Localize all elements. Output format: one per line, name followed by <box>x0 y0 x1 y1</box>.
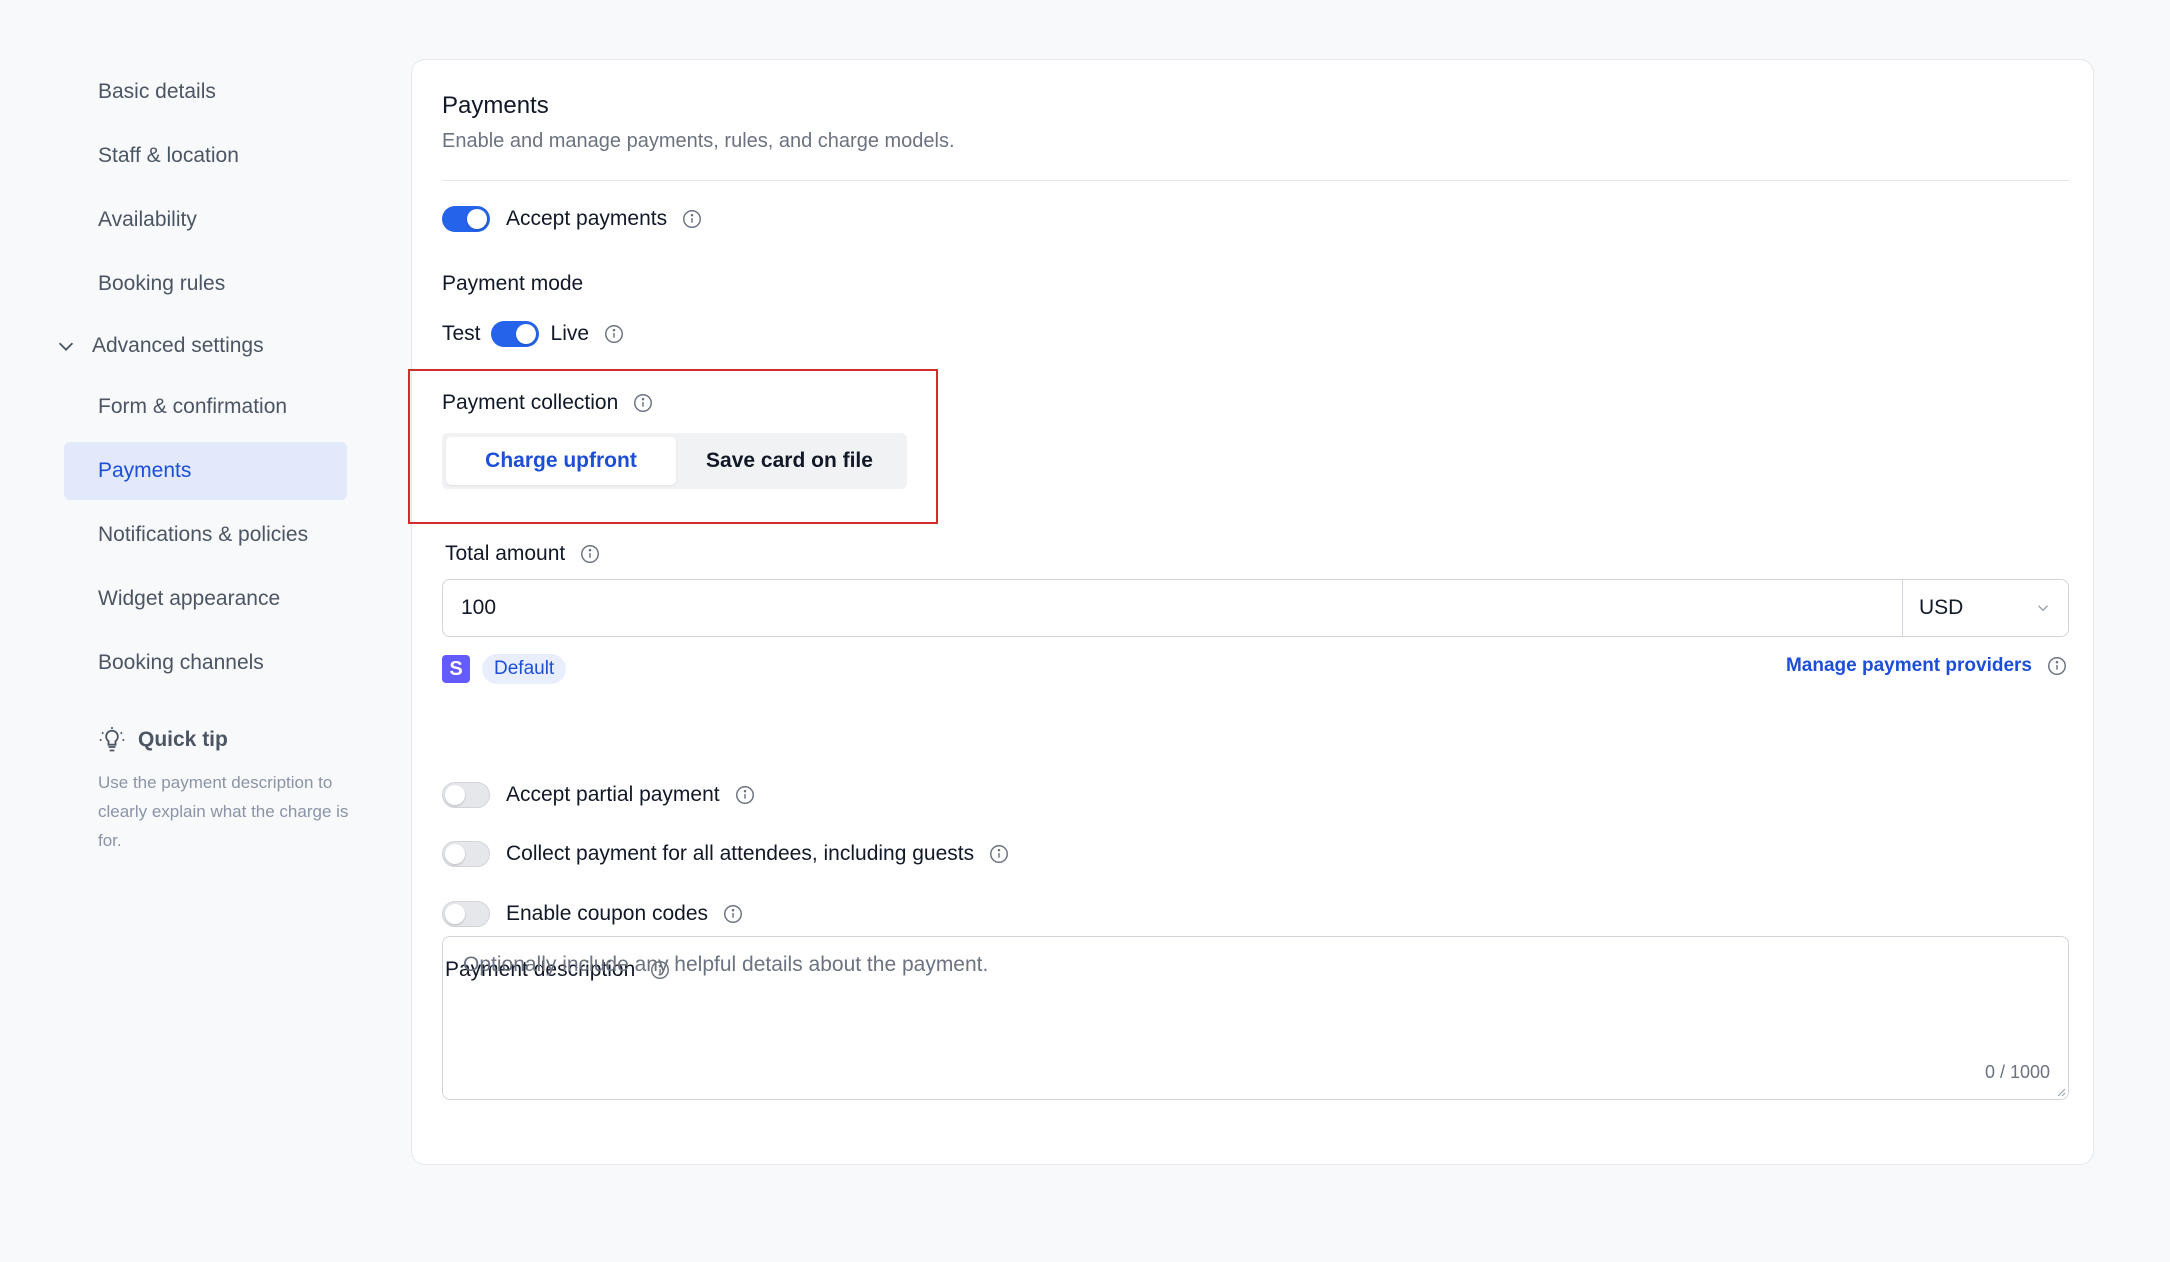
currency-value: USD <box>1919 596 1964 619</box>
payment-mode-row: Test Live <box>442 321 625 347</box>
info-icon[interactable] <box>579 543 601 565</box>
nav-availability[interactable]: Availability <box>64 191 347 249</box>
accept-payments-row: Accept payments <box>442 206 703 232</box>
accept-payments-label: Accept payments <box>506 207 668 230</box>
quick-tip-body: Use the payment description to clearly e… <box>98 773 349 850</box>
default-badge: Default <box>482 654 567 684</box>
payment-mode-live-label: Live <box>550 322 590 345</box>
nav-notifications-policies[interactable]: Notifications & policies <box>64 506 347 564</box>
quick-tip: Quick tip Use the payment description to… <box>98 726 368 855</box>
charge-upfront-option[interactable]: Charge upfront <box>446 437 676 485</box>
chevron-down-icon <box>58 342 74 351</box>
lightbulb-icon <box>99 727 125 752</box>
nav-booking-rules[interactable]: Booking rules <box>64 255 347 313</box>
collect-all-attendees-row: Collect payment for all attendees, inclu… <box>442 841 1010 867</box>
manage-providers-row: Manage payment providers <box>1786 655 2068 677</box>
payment-description-textarea[interactable]: Optionally include any helpful details a… <box>442 936 2069 1100</box>
character-counter: 0 / 1000 <box>1984 1062 2050 1082</box>
provider-row: S Default <box>442 654 567 684</box>
resize-handle-icon[interactable] <box>2054 1085 2066 1097</box>
settings-sidebar: Basic details Staff & location Availabil… <box>0 0 380 1262</box>
nav-form-confirmation[interactable]: Form & confirmation <box>64 378 347 436</box>
nav-staff-location[interactable]: Staff & location <box>64 127 347 185</box>
accept-payments-toggle[interactable] <box>442 206 490 232</box>
payment-mode-label: Payment mode <box>442 272 584 295</box>
info-icon[interactable] <box>632 392 654 414</box>
chevron-down-icon <box>2038 605 2048 612</box>
accept-partial-payment-toggle[interactable] <box>442 782 490 808</box>
nav-booking-channels[interactable]: Booking channels <box>64 634 347 692</box>
collect-all-attendees-label: Collect payment for all attendees, inclu… <box>506 842 975 865</box>
payment-mode-test-label: Test <box>442 322 481 345</box>
info-icon[interactable] <box>603 323 625 345</box>
info-icon[interactable] <box>2046 655 2068 677</box>
info-icon[interactable] <box>734 784 756 806</box>
payment-collection-label-row: Payment collection <box>442 391 654 415</box>
payments-card: Payments Enable and manage payments, rul… <box>408 59 2094 1165</box>
enable-coupon-codes-toggle[interactable] <box>442 901 490 927</box>
total-amount-label-row: Total amount <box>445 542 601 566</box>
total-amount-label: Total amount <box>445 542 566 565</box>
info-icon[interactable] <box>988 843 1010 865</box>
save-card-on-file-option[interactable]: Save card on file <box>676 437 903 485</box>
enable-coupon-codes-row: Enable coupon codes <box>442 901 744 927</box>
nav-group-advanced-settings[interactable]: Advanced settings <box>55 318 264 374</box>
enable-coupon-codes-label: Enable coupon codes <box>506 902 708 925</box>
accept-partial-payment-row: Accept partial payment <box>442 782 756 808</box>
info-icon[interactable] <box>722 903 744 925</box>
nav-basic-details[interactable]: Basic details <box>64 63 347 121</box>
currency-select[interactable]: USD <box>1902 580 2068 636</box>
nav-widget-appearance[interactable]: Widget appearance <box>64 570 347 628</box>
card-subtitle: Enable and manage payments, rules, and c… <box>442 130 955 152</box>
collect-all-attendees-toggle[interactable] <box>442 841 490 867</box>
manage-payment-providers-link[interactable]: Manage payment providers <box>1786 655 2032 677</box>
payment-description-placeholder: Optionally include any helpful details a… <box>463 953 989 976</box>
payment-collection-segmented: Charge upfront Save card on file <box>442 433 907 489</box>
payment-collection-label: Payment collection <box>442 391 619 414</box>
stripe-logo-icon: S <box>442 655 470 683</box>
divider <box>442 180 2069 181</box>
card-title: Payments <box>442 92 549 119</box>
total-amount-field: 100 USD <box>442 579 2069 637</box>
accept-partial-payment-label: Accept partial payment <box>506 783 720 806</box>
info-icon[interactable] <box>681 208 703 230</box>
total-amount-input[interactable]: 100 <box>443 580 1902 636</box>
nav-payments[interactable]: Payments <box>64 442 347 500</box>
quick-tip-title: Quick tip <box>138 728 228 751</box>
payment-mode-toggle[interactable] <box>490 321 539 347</box>
